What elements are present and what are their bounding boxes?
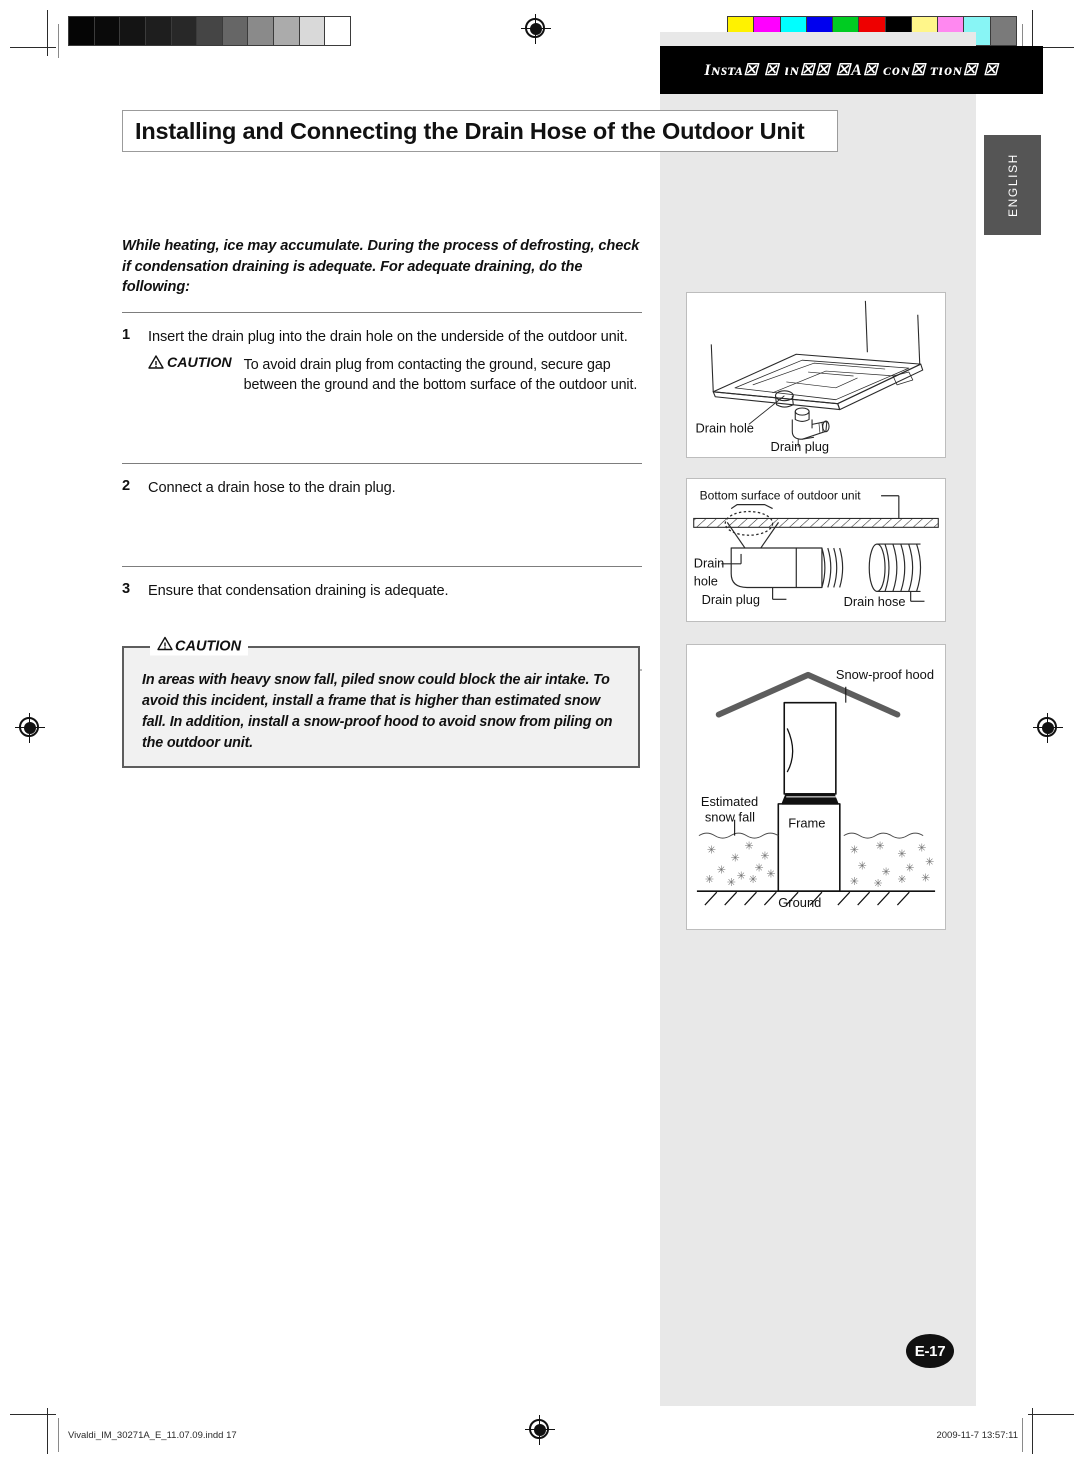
calibration-swatch-2 [120,17,146,45]
step-item: 1 Insert the drain plug into the drain h… [122,313,642,394]
svg-text:✳: ✳ [925,855,934,868]
running-head-text: Iɴsᴛᴀ☒ ☒ ɪɴ☒☒ ☒A☒ ᴄᴏɴ☒ ᴛɪᴏɴ☒ ☒ [704,62,999,79]
caution-callout-label: CAUTION [175,638,242,654]
calibration-swatch-5 [197,17,223,45]
page-number-badge: E-17 [906,1334,954,1368]
svg-text:✳: ✳ [897,847,906,860]
calibration-swatch-1 [94,17,121,45]
calibration-swatch-7 [248,17,275,45]
figure-label: Ground [778,895,821,910]
svg-text:✳: ✳ [749,873,758,886]
svg-text:✳: ✳ [917,842,926,855]
svg-text:✳: ✳ [737,869,746,882]
figure-label: snow fall [705,810,755,825]
trim-rule-footer-left [58,1418,59,1452]
svg-text:✳: ✳ [766,867,775,880]
trim-rule-left [58,24,59,58]
svg-text:✳: ✳ [705,873,714,886]
step-text: Insert the drain plug into the drain hol… [148,329,628,346]
svg-text:✳: ✳ [727,876,736,889]
inline-caution-text: To avoid drain plug from contacting the … [243,356,638,393]
caution-callout-legend: CAUTION [150,636,249,656]
registration-mark-left [15,713,45,743]
figure-label: Drain plug [702,592,760,607]
figure-drain-plug-and-hose: Bottom surface of outdoor unit Drain hol… [686,478,946,622]
calibration-swatch-3 [145,17,172,45]
svg-text:✳: ✳ [731,851,740,864]
svg-text:✳: ✳ [897,873,906,886]
figure-label: Estimated [701,794,758,809]
calibration-swatch-10 [990,17,1016,45]
figure-label: Drain [694,556,725,571]
inline-caution: CAUTION To avoid drain plug from contact… [148,355,642,395]
registration-mark-right [1033,713,1063,743]
svg-text:✳: ✳ [745,840,754,853]
grayscale-calibration-strip [68,16,351,46]
warning-triangle-icon [157,636,173,656]
figure-label: Drain hose [844,594,906,609]
footer-timestamp: 2009-11-7 13:57:11 [936,1430,1018,1441]
figure-label: hole [694,574,718,589]
step-number: 1 [122,327,131,344]
svg-text:✳: ✳ [717,863,726,876]
calibration-swatch-8 [274,17,300,45]
figure-label: Frame [788,816,825,831]
crop-mark-bottom-right-h [1028,1414,1074,1415]
figure-outdoor-unit-underside: Drain hole Drain plug [686,292,946,458]
calibration-swatch-10 [325,17,351,45]
svg-text:✳: ✳ [874,877,883,890]
page-number-text: E-17 [914,1342,946,1360]
figure-label: Snow-proof hood [836,667,934,682]
intro-paragraph: While heating, ice may accumulate. Durin… [122,238,640,296]
calibration-swatch-9 [299,17,326,45]
warning-triangle-icon [148,354,164,374]
calibration-swatch-6 [222,17,249,45]
figure-label: Drain hole [695,420,753,435]
page-title: Installing and Connecting the Drain Hose… [135,117,805,144]
step-text: Ensure that condensation draining is ade… [148,583,449,600]
step-text: Connect a drain hose to the drain plug. [148,479,396,496]
inline-caution-label: CAUTION [167,354,232,371]
running-head-banner: Iɴsᴛᴀ☒ ☒ ɪɴ☒☒ ☒A☒ ᴄᴏɴ☒ ᴛɪᴏɴ☒ ☒ [660,46,1043,94]
registration-mark-top [521,14,551,44]
calibration-swatch-4 [171,17,198,45]
caution-callout-text: In areas with heavy snow fall, piled sno… [142,672,613,751]
step-item: 2 Connect a drain hose to the drain plug… [122,464,642,498]
svg-text:✳: ✳ [850,843,859,856]
instruction-column: While heating, ice may accumulate. Durin… [122,236,642,672]
language-tab-label: ENGLISH [1005,153,1020,217]
caution-callout-box: In areas with heavy snow fall, piled sno… [122,646,640,768]
crop-mark-top-left-v [47,10,48,56]
figure-label: Drain plug [771,439,829,454]
figure-label: Bottom surface of outdoor unit [700,489,862,503]
footer-filename: Vivaldi_IM_30271A_E_11.07.09.indd 17 [68,1430,237,1441]
svg-text:✳: ✳ [921,871,930,884]
svg-text:✳: ✳ [850,875,859,888]
registration-mark-bottom [525,1415,555,1445]
svg-text:✳: ✳ [876,840,885,853]
svg-text:✳: ✳ [707,843,716,856]
language-tab-english: ENGLISH [984,135,1041,235]
page-title-bar: Installing and Connecting the Drain Hose… [122,110,838,152]
step-number: 3 [122,581,131,598]
crop-mark-bottom-left-h [10,1414,56,1415]
svg-text:✳: ✳ [881,865,890,878]
crop-mark-top-left-h [10,47,56,48]
svg-text:✳: ✳ [858,859,867,872]
calibration-swatch-0 [69,17,95,45]
figure-snow-proof-hood: ✳ ✳ ✳ ✳ ✳ ✳ ✳ ✳ ✳ ✳ ✳ ✳ ✳ ✳ ✳ ✳ ✳ ✳ ✳ ✳ ✳ ✳ ✳ Snow-proo… [686,644,946,930]
svg-text:✳: ✳ [905,861,914,874]
step-item: 3 Ensure that condensation draining is a… [122,567,642,601]
step-number: 2 [122,477,131,494]
trim-rule-footer-right [1022,1418,1023,1452]
